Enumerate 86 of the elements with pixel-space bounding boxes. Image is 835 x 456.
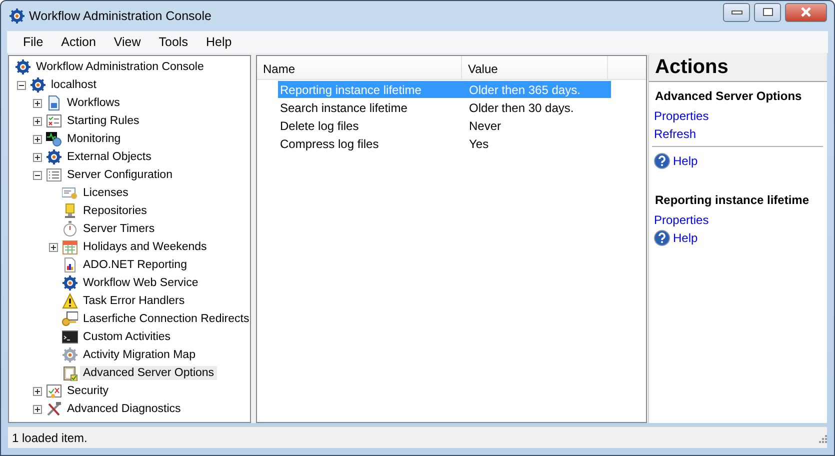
tree-item[interactable]: Holidays and Weekends xyxy=(80,240,210,254)
list-row[interactable]: Delete log files Never xyxy=(278,117,611,134)
action-link[interactable]: Properties xyxy=(654,211,709,229)
tree-item[interactable]: Advanced Server Options xyxy=(80,366,218,380)
name-cell-text: Delete log files xyxy=(279,118,360,132)
tree-item[interactable]: External Objects xyxy=(64,150,154,164)
action-link[interactable]: Help xyxy=(673,229,698,247)
actions-title: Actions xyxy=(649,55,827,82)
tree-item[interactable]: Activity Migration Map xyxy=(80,348,198,362)
action-link[interactable]: Help xyxy=(673,152,698,170)
name-cell-text: Search instance lifetime xyxy=(279,100,408,114)
resize-grip-icon xyxy=(817,432,827,442)
list-icon xyxy=(46,167,62,183)
help-icon xyxy=(654,152,670,168)
name-cell-text: Compress log files xyxy=(279,136,380,150)
menu-item[interactable]: Action xyxy=(52,35,105,49)
name-cell-text: Reporting instance lifetime xyxy=(279,82,422,96)
collapse-icon[interactable] xyxy=(33,170,42,180)
tree-item[interactable]: Server Timers xyxy=(80,222,158,236)
value-cell-text: Never xyxy=(468,118,502,132)
status-text: 1 loaded item. xyxy=(12,430,88,444)
minimize-button[interactable] xyxy=(723,2,750,22)
key-icon xyxy=(62,311,78,327)
maximize-button[interactable] xyxy=(754,2,781,22)
terminal-icon xyxy=(62,329,78,345)
tree-item[interactable]: Laserfiche Connection Redirects xyxy=(80,312,252,326)
monitor-icon xyxy=(46,131,62,147)
list-row[interactable]: Compress log files Yes xyxy=(278,135,611,152)
tree-item[interactable]: Repositories xyxy=(80,204,150,218)
gear-icon xyxy=(9,8,25,24)
close-icon xyxy=(800,7,812,17)
checklist-icon xyxy=(46,383,62,399)
section-heading: Advanced Server Options xyxy=(654,88,803,105)
stopwatch-icon xyxy=(62,221,78,237)
maximize-icon xyxy=(762,7,774,17)
close-button[interactable] xyxy=(785,2,827,22)
menu-item[interactable]: View xyxy=(104,35,150,49)
tree-item[interactable]: Custom Activities xyxy=(80,330,174,344)
tools-icon xyxy=(46,401,62,417)
checklist-icon xyxy=(46,113,62,129)
menu-item[interactable]: Help xyxy=(196,35,241,49)
expand-icon[interactable] xyxy=(33,116,42,126)
minimize-icon xyxy=(730,9,742,15)
certificate-icon xyxy=(62,185,78,201)
gear-icon xyxy=(62,275,78,291)
tree-item[interactable]: localhost xyxy=(48,78,100,92)
expand-icon[interactable] xyxy=(33,152,42,162)
document-icon xyxy=(46,95,62,111)
calendar-icon xyxy=(62,239,78,255)
tree-item[interactable]: Server Configuration xyxy=(64,168,176,182)
help-icon xyxy=(654,230,670,246)
value-cell-text: Older then 365 days. xyxy=(468,82,580,96)
list-row[interactable]: Search instance lifetime Older then 30 days. xyxy=(278,99,611,116)
value-cell-text: Older then 30 days. xyxy=(468,100,574,114)
expand-icon[interactable] xyxy=(33,134,42,144)
menu-item[interactable]: File xyxy=(14,35,52,49)
tree-item[interactable]: ADO.NET Reporting xyxy=(80,258,190,272)
chart-icon xyxy=(62,257,78,273)
tree-item[interactable]: Advanced Diagnostics xyxy=(64,402,184,416)
value-cell-text: Yes xyxy=(468,136,489,150)
gear-icon xyxy=(46,149,62,165)
tree-item[interactable]: Security xyxy=(64,384,112,398)
tree-item[interactable]: Starting Rules xyxy=(64,114,142,128)
column-header[interactable]: Name xyxy=(257,56,462,79)
expand-icon[interactable] xyxy=(33,404,42,414)
tree-item[interactable]: Licenses xyxy=(80,186,132,200)
expand-icon[interactable] xyxy=(33,98,42,108)
section-heading: Reporting instance lifetime xyxy=(654,192,810,209)
action-link[interactable]: Refresh xyxy=(654,125,696,143)
warning-icon xyxy=(62,293,78,309)
column-header[interactable]: Value xyxy=(462,56,608,79)
clipboard-icon xyxy=(62,365,78,381)
window-title: Workflow Administration Console xyxy=(29,9,212,23)
gear-icon xyxy=(62,347,78,363)
tree-item[interactable]: Workflow Web Service xyxy=(80,276,202,290)
expand-icon[interactable] xyxy=(33,386,42,396)
action-link[interactable]: Properties xyxy=(654,107,709,125)
tree-item[interactable]: Task Error Handlers xyxy=(80,294,188,308)
collapse-icon[interactable] xyxy=(17,80,26,90)
gear-icon xyxy=(15,59,31,75)
tree-item[interactable]: Workflow Administration Console xyxy=(33,60,207,74)
tree-item[interactable]: Monitoring xyxy=(64,132,124,146)
expand-icon[interactable] xyxy=(49,242,58,252)
menu-item[interactable]: Tools xyxy=(150,35,197,49)
gear-icon xyxy=(30,77,46,93)
tree-item[interactable]: Workflows xyxy=(64,96,123,110)
